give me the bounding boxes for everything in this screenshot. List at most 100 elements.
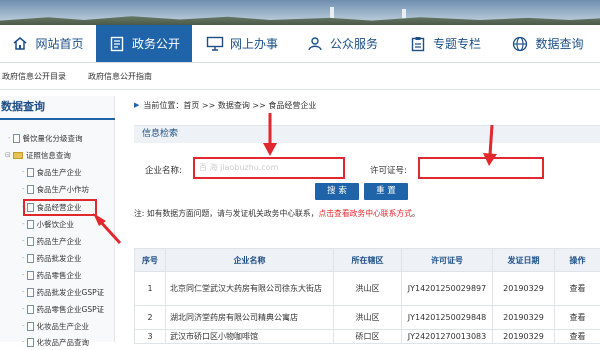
- collapse-icon[interactable]: ⊟: [5, 151, 11, 159]
- sidebar-item-drug-wholesale[interactable]: - 药品批发企业: [0, 250, 136, 266]
- sidebar-item-food-workshop[interactable]: - 食品生产小作坊: [0, 181, 136, 197]
- nav-home[interactable]: 网站首页: [0, 25, 95, 62]
- contact-note: 注: 如有数据方面问题，请与发证机关政务中心联系，点击查看政务中心联系方式。: [134, 208, 420, 219]
- tree-connector: -: [22, 254, 25, 262]
- note-text: 注: 如有数据方面问题，请与发证机关政务中心联系，: [134, 209, 318, 218]
- breadcrumb: ▶ 当前位置：首页 >> 数据查询 >> 食品经营企业: [134, 98, 316, 112]
- sidebar-item-food-business[interactable]: - 食品经营企业: [0, 199, 136, 215]
- clipboard-icon: [409, 36, 427, 52]
- table-header-row: 序号 企业名称 所在辖区 许可证号 发证日期 操作: [135, 249, 600, 272]
- col-header-license: 许可证号: [402, 249, 493, 272]
- nav-special-topics-label: 专题专栏: [433, 35, 481, 52]
- document-icon: [27, 288, 34, 297]
- sidebar-item-food-production[interactable]: - 食品生产企业: [0, 164, 136, 180]
- nav-government-affairs[interactable]: 政务公开: [96, 25, 192, 62]
- document-icon: [27, 271, 34, 280]
- search-button[interactable]: 搜 索: [315, 183, 359, 200]
- sidebar-item-label: 化妆品生产企业: [37, 321, 90, 332]
- cell-license: JY14201250029897: [402, 272, 493, 306]
- sidebar-item-license-query[interactable]: ⊟ 证照信息查询: [0, 147, 119, 163]
- col-header-no: 序号: [135, 249, 166, 272]
- cell-district: 洪山区: [334, 306, 402, 330]
- license-number-input[interactable]: [418, 157, 544, 179]
- note-suffix: 。: [412, 209, 420, 218]
- arrow-bullet-icon: ▶: [134, 101, 139, 109]
- nav-special-topics[interactable]: 专题专栏: [395, 25, 495, 62]
- tree-connector: -: [22, 168, 25, 176]
- reset-button[interactable]: 重 置: [364, 183, 408, 200]
- document-icon: [27, 203, 34, 212]
- sidebar-item-label: 药品生产企业: [37, 236, 82, 247]
- home-icon: [11, 36, 29, 52]
- sidebar-item-label: 食品经营企业: [37, 202, 82, 213]
- company-name-label: 企业名称:: [145, 164, 182, 176]
- sidebar-item-label: 药品零售企业GSP证: [37, 304, 105, 315]
- table-row: 1 北京同仁堂武汉大药房有限公司徐东大街店 洪山区 JY142012500298…: [135, 272, 600, 306]
- sidebar-item-cosmetics-production[interactable]: - 化妆品生产企业: [0, 318, 136, 334]
- cell-license: JY24201270013083: [402, 330, 493, 344]
- view-link[interactable]: 查看: [555, 330, 600, 344]
- subnav-catalog-link[interactable]: 政府信息公开目录: [2, 71, 66, 82]
- nav-online-service[interactable]: 网上办事: [194, 25, 290, 62]
- nav-public-service[interactable]: 公众服务: [292, 25, 392, 62]
- globe-icon: [511, 36, 529, 52]
- tree-connector: -: [22, 322, 25, 330]
- document-icon: [27, 322, 34, 331]
- sidebar-item-drug-production[interactable]: - 药品生产企业: [0, 233, 136, 249]
- banner-landscape: [0, 14, 600, 25]
- sidebar-item-label: 食品生产小作坊: [37, 184, 90, 195]
- cell-district: 洪山区: [334, 272, 402, 306]
- cell-name: 北京同仁堂武汉大药房有限公司徐东大街店: [166, 272, 334, 306]
- main-nav: 网站首页 政务公开 网上办事 公众服务 专题专栏 数据查询: [0, 25, 600, 63]
- tree-connector: -: [22, 220, 25, 228]
- license-number-label: 许可证号:: [370, 164, 407, 176]
- document-icon: [13, 134, 20, 143]
- document-icon: [27, 254, 34, 263]
- sidebar-item-label: 小餐饮企业: [37, 219, 75, 230]
- sidebar: 数据查询 - 餐饮量化分级查询 ⊟ 证照信息查询 - 食品生产企业 - 食品生产…: [0, 96, 115, 342]
- sidebar-item-label: 证照信息查询: [26, 150, 71, 161]
- table-row: 3 武汉市硚口区小物咖啡馆 硚口区 JY24201270013083 20190…: [135, 330, 600, 344]
- nav-home-label: 网站首页: [35, 35, 83, 52]
- header-banner: [0, 0, 600, 25]
- sidebar-item-small-catering[interactable]: - 小餐饮企业: [0, 216, 136, 232]
- nav-online-service-label: 网上办事: [230, 35, 278, 52]
- banner-tower: [402, 9, 406, 19]
- tree-connector: -: [8, 134, 11, 142]
- company-name-input[interactable]: 百 海 jiaobuzhu.com: [193, 157, 345, 179]
- sidebar-item-label: 食品生产企业: [37, 167, 82, 178]
- banner-tower: [330, 7, 334, 19]
- input-watermark: 百 海 jiaobuzhu.com: [199, 163, 278, 172]
- sidebar-item-catering-rating[interactable]: - 餐饮量化分级查询: [0, 130, 122, 146]
- sidebar-item-cosmetics-products[interactable]: - 化妆品产品查询: [0, 334, 136, 350]
- view-link[interactable]: 查看: [555, 306, 600, 330]
- cell-date: 20190329: [493, 306, 555, 330]
- sidebar-item-label: 化妆品产品查询: [37, 337, 90, 348]
- cell-date: 20190329: [493, 330, 555, 344]
- nav-data-query-label: 数据查询: [535, 35, 583, 52]
- tree-connector: -: [22, 288, 25, 296]
- monitor-icon: [206, 36, 224, 52]
- col-header-date: 发证日期: [493, 249, 555, 272]
- tree-connector: -: [22, 338, 25, 346]
- nav-data-query[interactable]: 数据查询: [495, 25, 600, 62]
- cell-license: JY14201250029848: [402, 306, 493, 330]
- document-icon: [108, 36, 126, 52]
- sidebar-item-drug-retail[interactable]: - 药品零售企业: [0, 267, 136, 283]
- cell-name: 武汉市硚口区小物咖啡馆: [166, 330, 334, 344]
- document-icon: [27, 338, 34, 347]
- subnav-guide-link[interactable]: 政府信息公开指南: [88, 71, 152, 82]
- nav-government-affairs-label: 政务公开: [132, 35, 180, 52]
- sidebar-item-label: 药品批发企业GSP证: [37, 287, 105, 298]
- sidebar-item-drug-retail-gsp[interactable]: - 药品零售企业GSP证: [0, 301, 136, 317]
- contact-link[interactable]: 点击查看政务中心联系方式: [318, 209, 412, 218]
- cell-date: 20190329: [493, 272, 555, 306]
- table-row: 2 湖北同济堂药房有限公司精典公寓店 洪山区 JY14201250029848 …: [135, 306, 600, 330]
- document-icon: [27, 305, 34, 314]
- cell-no: 3: [135, 330, 166, 344]
- sidebar-item-label: 药品零售企业: [37, 270, 82, 281]
- sub-nav: 政府信息公开目录 政府信息公开指南: [0, 63, 600, 90]
- cell-district: 硚口区: [334, 330, 402, 344]
- view-link[interactable]: 查看: [555, 272, 600, 306]
- sidebar-item-drug-wholesale-gsp[interactable]: - 药品批发企业GSP证: [0, 284, 136, 300]
